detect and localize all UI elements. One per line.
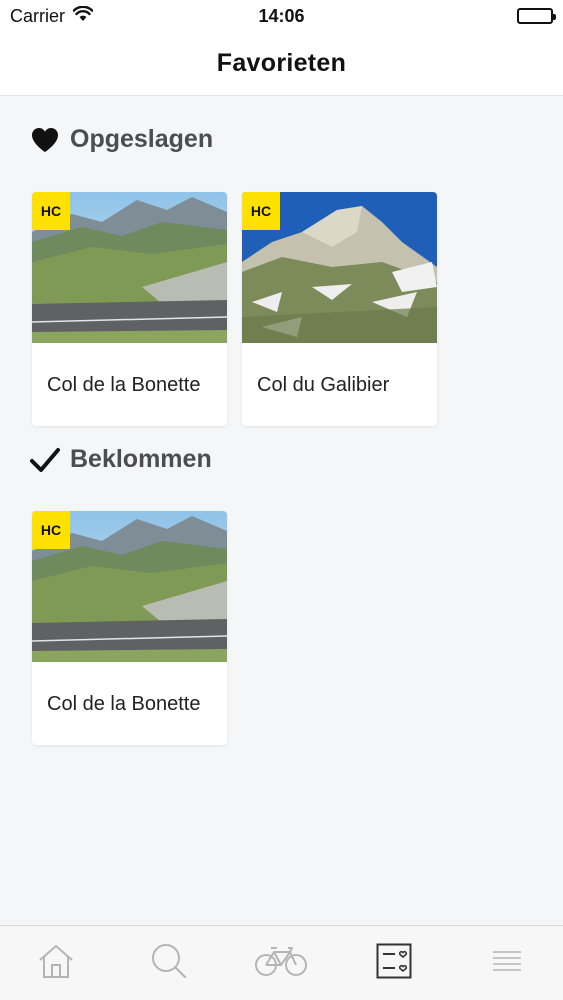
carrier-label: Carrier xyxy=(10,5,66,26)
section-title: Opgeslagen xyxy=(70,125,214,153)
tab-bar xyxy=(0,925,563,1000)
menu-icon xyxy=(491,948,523,979)
climb-photo: HC xyxy=(32,192,227,343)
difficulty-badge: HC xyxy=(32,511,70,549)
section-header-climbed: Beklommen xyxy=(30,445,212,474)
climb-name: Col de la Bonette xyxy=(47,692,201,715)
climb-card-col-du-galibier[interactable]: HC Col du Galibier xyxy=(242,192,437,426)
difficulty-badge: HC xyxy=(32,192,70,230)
tab-search[interactable] xyxy=(134,933,204,993)
climb-photo: HC xyxy=(32,511,227,662)
climb-card-col-de-la-bonette[interactable]: HC Col de la Bonette xyxy=(32,192,227,426)
climb-name: Col de la Bonette xyxy=(47,373,201,396)
tab-favorites[interactable] xyxy=(359,933,429,993)
status-bar: Carrier 14:06 xyxy=(0,0,563,32)
tab-menu[interactable] xyxy=(472,933,542,993)
checkmark-icon xyxy=(30,446,60,474)
climb-card-col-de-la-bonette-climbed[interactable]: HC Col de la Bonette xyxy=(32,511,227,745)
page-title: Favorieten xyxy=(216,49,347,77)
navigation-bar: Favorieten xyxy=(0,32,563,96)
difficulty-badge: HC xyxy=(242,192,280,230)
bicycle-icon xyxy=(255,945,308,982)
tab-home[interactable] xyxy=(21,933,91,993)
climb-photo: HC xyxy=(242,192,437,343)
battery-icon xyxy=(517,8,556,24)
favorites-list-icon xyxy=(376,943,412,984)
home-icon xyxy=(37,943,75,984)
section-title: Beklommen xyxy=(70,445,212,473)
heart-icon xyxy=(30,126,60,154)
search-icon xyxy=(150,942,188,985)
tab-rides[interactable] xyxy=(246,933,316,993)
climb-name: Col du Galibier xyxy=(257,373,390,396)
section-header-saved: Opgeslagen xyxy=(30,125,213,154)
wifi-icon xyxy=(72,5,94,27)
favorites-content[interactable]: Opgeslagen HC Col de la Bonette HC Col d… xyxy=(0,97,563,925)
